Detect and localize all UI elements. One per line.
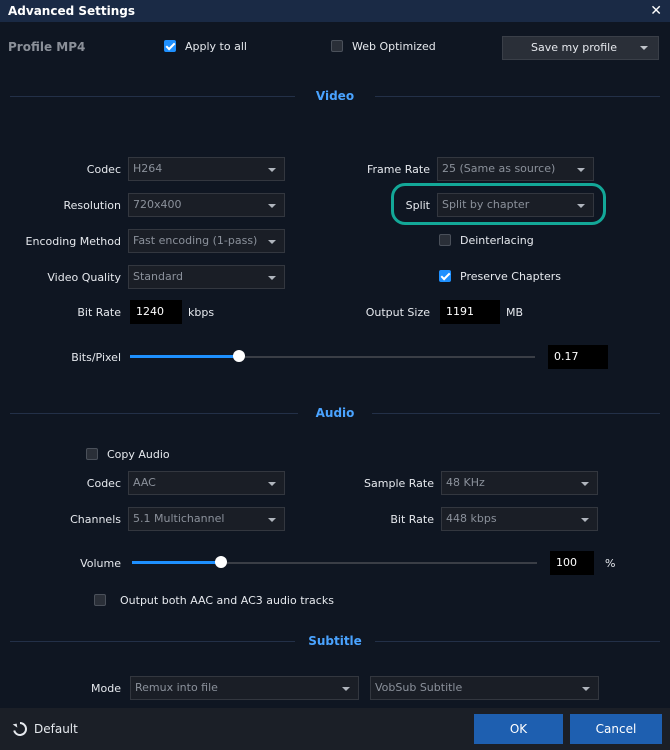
volume-slider-thumb[interactable] <box>215 556 227 568</box>
video-quality-value: Standard <box>133 270 184 283</box>
chevron-down-icon <box>268 482 276 486</box>
audio-codec-value: AAC <box>133 476 156 489</box>
window-title: Advanced Settings <box>8 4 136 18</box>
encoding-method-value: Fast encoding (1-pass) <box>133 234 258 247</box>
audio-codec-label: Codec <box>86 477 121 490</box>
output-both-checkbox[interactable] <box>94 594 106 606</box>
chevron-down-icon <box>268 276 276 280</box>
deinterlacing-label: Deinterlacing <box>460 234 534 247</box>
chevron-down-icon <box>581 482 589 486</box>
chevron-down-icon <box>582 687 590 691</box>
output-size-label: Output Size <box>365 306 430 319</box>
video-codec-label: Codec <box>86 163 121 176</box>
apply-to-all-label: Apply to all <box>185 40 247 53</box>
output-size-unit: MB <box>506 306 524 319</box>
audio-bit-rate-select[interactable]: 448 kbps <box>441 507 598 531</box>
video-bit-rate-unit: kbps <box>188 306 215 319</box>
copy-audio-label: Copy Audio <box>107 448 170 461</box>
chevron-down-icon <box>268 204 276 208</box>
close-icon[interactable]: ✕ <box>650 0 662 22</box>
bits-pixel-label: Bits/Pixel <box>71 351 121 364</box>
chevron-down-icon <box>342 687 350 691</box>
volume-input[interactable]: 100 <box>550 551 594 575</box>
sample-rate-label: Sample Rate <box>364 477 434 490</box>
ok-button[interactable]: OK <box>474 714 563 744</box>
subtitle-type-value: VobSub Subtitle <box>375 681 463 694</box>
encoding-method-label: Encoding Method <box>25 235 121 248</box>
cancel-button[interactable]: Cancel <box>570 714 662 744</box>
volume-unit: % <box>605 557 616 570</box>
channels-select[interactable]: 5.1 Multichannel <box>128 507 285 531</box>
volume-slider-fill <box>132 561 221 564</box>
default-label: Default <box>34 722 78 736</box>
title-bar: Advanced Settings ✕ <box>0 0 670 22</box>
chevron-down-icon <box>268 168 276 172</box>
subtitle-mode-value: Remux into file <box>135 681 218 694</box>
bits-pixel-slider-thumb[interactable] <box>233 350 245 362</box>
chevron-down-icon <box>640 46 648 50</box>
resolution-select[interactable]: 720x400 <box>128 193 285 217</box>
deinterlacing-checkbox[interactable] <box>439 234 451 246</box>
subtitle-mode-select[interactable]: Remux into file <box>130 676 359 700</box>
chevron-down-icon <box>268 518 276 522</box>
chevron-down-icon <box>268 240 276 244</box>
copy-audio-checkbox[interactable] <box>86 448 98 460</box>
video-bit-rate-input[interactable]: 1240 <box>130 300 182 324</box>
subtitle-type-select[interactable]: VobSub Subtitle <box>370 676 599 700</box>
output-size-input[interactable]: 1191 <box>440 300 500 324</box>
subtitle-mode-label: Mode <box>91 682 121 695</box>
video-codec-value: H264 <box>133 162 163 175</box>
video-bit-rate-label: Bit Rate <box>77 306 121 319</box>
resolution-value: 720x400 <box>133 198 182 211</box>
bits-pixel-slider-fill <box>130 355 239 358</box>
save-profile-button[interactable]: Save my profile <box>502 36 659 60</box>
divider <box>375 641 660 642</box>
frame-rate-label: Frame Rate <box>367 163 430 176</box>
output-both-label: Output both AAC and AC3 audio tracks <box>120 594 334 607</box>
apply-to-all-checkbox[interactable] <box>164 40 176 52</box>
default-button[interactable]: Default <box>12 721 92 737</box>
chevron-down-icon <box>581 518 589 522</box>
sample-rate-value: 48 KHz <box>446 476 485 489</box>
divider <box>372 413 660 414</box>
video-quality-label: Video Quality <box>47 271 121 284</box>
frame-rate-value: 25 (Same as source) <box>442 162 556 175</box>
sample-rate-select[interactable]: 48 KHz <box>441 471 598 495</box>
chevron-down-icon <box>577 168 585 172</box>
web-optimized-label: Web Optimized <box>352 40 436 53</box>
resolution-label: Resolution <box>63 199 121 212</box>
split-highlight <box>391 183 606 225</box>
audio-codec-select[interactable]: AAC <box>128 471 285 495</box>
video-quality-select[interactable]: Standard <box>128 265 285 289</box>
video-codec-select[interactable]: H264 <box>128 157 285 181</box>
bits-pixel-input[interactable]: 0.17 <box>548 345 608 369</box>
frame-rate-select[interactable]: 25 (Same as source) <box>437 157 594 181</box>
reset-icon <box>12 722 27 736</box>
preserve-chapters-checkbox[interactable] <box>439 270 451 282</box>
channels-value: 5.1 Multichannel <box>133 512 225 525</box>
divider <box>375 96 660 97</box>
audio-bit-rate-value: 448 kbps <box>446 512 497 525</box>
preserve-chapters-label: Preserve Chapters <box>460 270 561 283</box>
profile-name: Profile MP4 <box>8 40 86 54</box>
audio-bit-rate-label: Bit Rate <box>390 513 434 526</box>
volume-label: Volume <box>80 557 121 570</box>
save-profile-label: Save my profile <box>531 41 617 54</box>
channels-label: Channels <box>70 513 121 526</box>
web-optimized-checkbox[interactable] <box>331 40 343 52</box>
encoding-method-select[interactable]: Fast encoding (1-pass) <box>128 229 285 253</box>
